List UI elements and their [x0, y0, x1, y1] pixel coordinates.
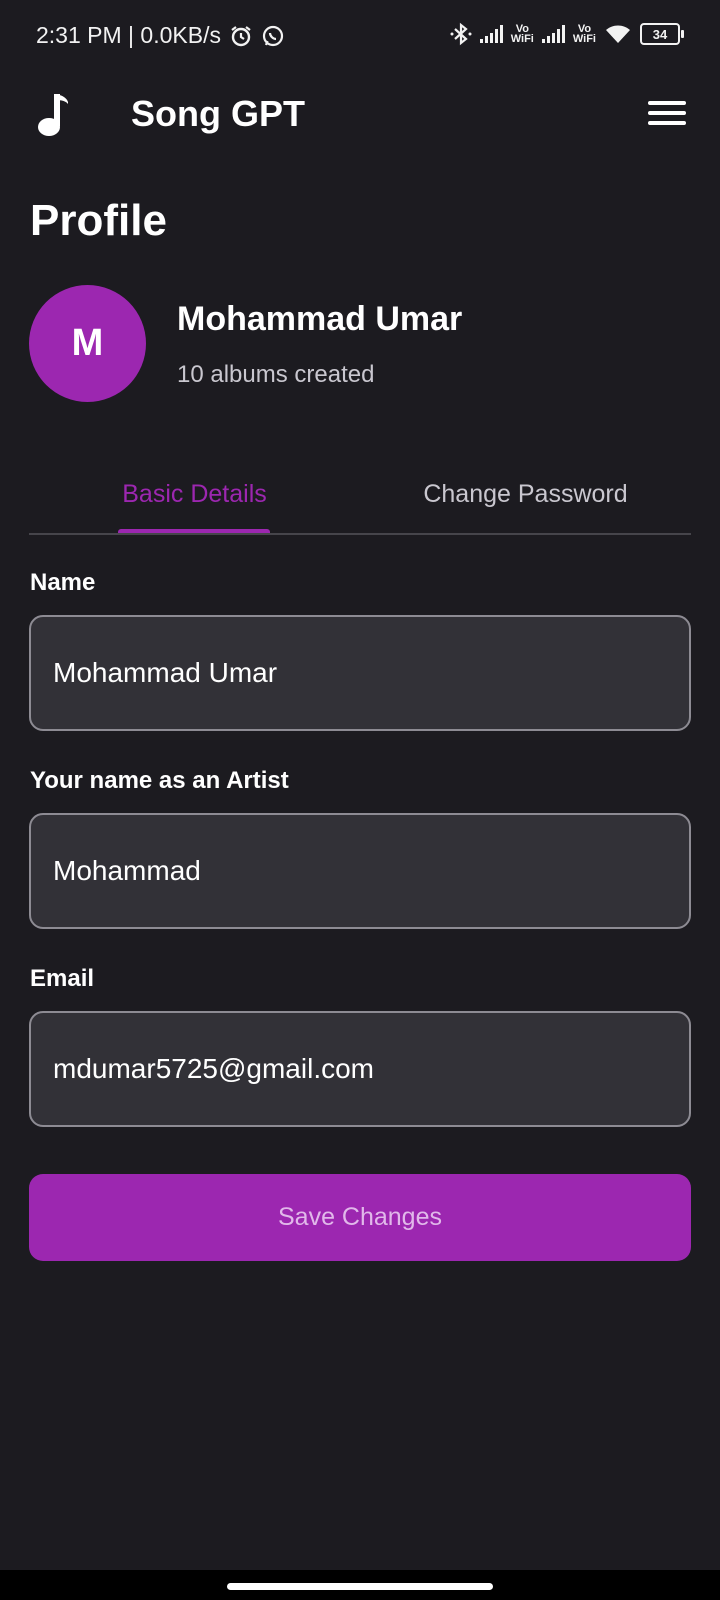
home-indicator[interactable]: [227, 1583, 493, 1590]
avatar-initial: M: [71, 322, 104, 364]
system-nav-bar: [0, 1570, 720, 1600]
tabs-divider: [29, 533, 691, 535]
alarm-icon: [231, 25, 251, 46]
profile-name: Mohammad Umar: [177, 300, 463, 338]
email-field[interactable]: [29, 1011, 691, 1127]
wifi-icon: [606, 25, 630, 43]
vowifi-label: Vo WiFi: [572, 23, 596, 45]
battery-icon: 34: [640, 23, 684, 45]
albums-count: 10 albums created: [177, 361, 375, 388]
cellular-signal-icon: [541, 25, 565, 43]
whatsapp-icon: [262, 25, 284, 46]
battery-level: 34: [652, 26, 668, 42]
name-label: Name: [30, 569, 96, 596]
app-header: Song GPT: [0, 80, 720, 150]
status-time-speed: 2:31 PM | 0.0KB/s: [36, 22, 221, 48]
hamburger-menu-icon[interactable]: [648, 98, 686, 128]
bluetooth-icon: [450, 22, 472, 46]
profile-tabs: Basic Details Change Password: [29, 456, 691, 534]
status-bar: 2:31 PM | 0.0KB/s Vo WiFi Vo WiFi 34: [0, 0, 720, 80]
avatar: M: [29, 285, 146, 402]
email-label: Email: [30, 965, 95, 992]
music-note-icon[interactable]: [34, 92, 74, 138]
tab-change-password[interactable]: Change Password: [360, 456, 691, 533]
vowifi-label: Vo WiFi: [510, 23, 534, 45]
app-title: Song GPT: [131, 93, 305, 134]
page-title: Profile: [30, 196, 167, 245]
artist-name-label: Your name as an Artist: [30, 767, 289, 794]
tab-basic-details[interactable]: Basic Details: [29, 456, 360, 533]
cellular-signal-icon: [479, 25, 503, 43]
name-field[interactable]: [29, 615, 691, 731]
artist-name-field[interactable]: [29, 813, 691, 929]
save-changes-button[interactable]: Save Changes: [29, 1174, 691, 1261]
